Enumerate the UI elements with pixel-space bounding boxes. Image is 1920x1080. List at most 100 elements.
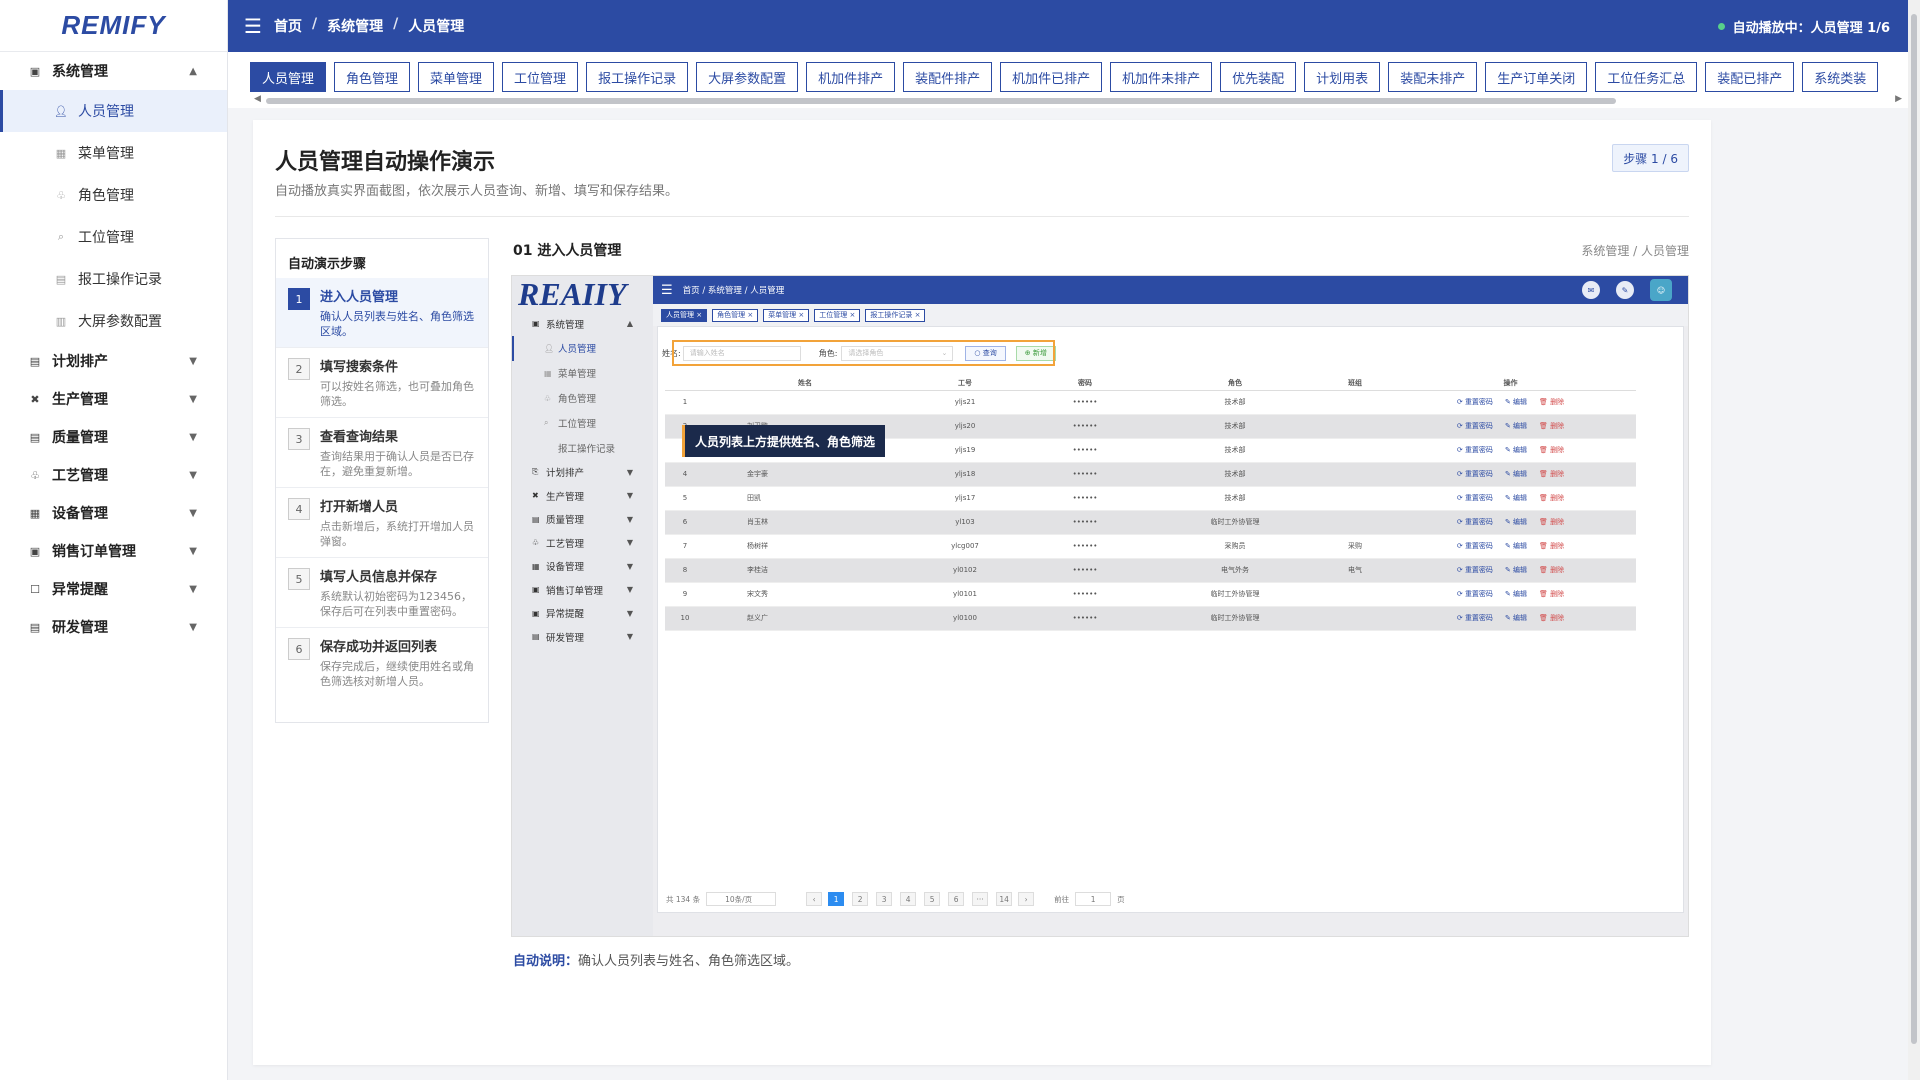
mini-ops: ⟳ 重置密码 ✎ 编辑 🗑︎ 删除: [1385, 421, 1636, 431]
scroll-left-icon[interactable]: ◀: [254, 94, 261, 104]
mini-cell-ops: ⟳ 重置密码 ✎ 编辑 🗑︎ 删除: [1385, 486, 1636, 511]
tab-item[interactable]: 人员管理: [250, 62, 327, 92]
sidebar-group-alert[interactable]: ☐ 异常提醒 ▼: [0, 570, 227, 608]
tab-item[interactable]: 装配件排产: [903, 62, 993, 92]
mini-reset-label: 重置密码: [1464, 614, 1493, 622]
step-item[interactable]: 3 查看查询结果 查询结果用于确认人员是否已存在，避免重复新增。: [276, 418, 488, 488]
scrollbar-thumb[interactable]: [266, 98, 1616, 104]
mini-tab: 报工操作记录 ×: [865, 308, 926, 322]
sidebar-group-rd[interactable]: ▤ 研发管理 ▼: [0, 608, 227, 646]
sidebar-group-process[interactable]: ♧ 工艺管理 ▼: [0, 456, 227, 494]
app-logo: REMIFY: [0, 0, 227, 52]
chevron-down-icon: ▼: [189, 545, 197, 557]
mini-reset-password-link: ⟳ 重置密码: [1456, 518, 1493, 526]
tab-item[interactable]: 菜单管理: [418, 62, 495, 92]
tab-item[interactable]: 装配未排产: [1388, 62, 1478, 92]
user-icon: 👤︎: [54, 104, 68, 118]
mini-sub-label: 菜单管理: [558, 369, 597, 380]
mini-table-row: 6 肖玉林 yl103 •••••• 临时工外协管理 ⟳ 重置密码 ✎ 编辑 🗑︎ 删除: [665, 510, 1636, 535]
step-item[interactable]: 1 进入人员管理 确认人员列表与姓名、角色筛选区域。: [276, 278, 488, 348]
mini-chevron-down-icon: ▼: [626, 467, 633, 477]
tab-item[interactable]: 优先装配: [1220, 62, 1297, 92]
tab-item[interactable]: 机加件排产: [806, 62, 896, 92]
divider: [275, 216, 1689, 217]
mini-table-row: 10 赵义广 yl0100 •••••• 临时工外协管理 ⟳ 重置密码 ✎ 编辑 🗑︎ 删除: [665, 606, 1636, 631]
sidebar-group-label: 异常提醒: [52, 582, 108, 598]
mini-column-header: 密码: [1025, 377, 1145, 391]
sidebar-group-device[interactable]: ▦ 设备管理 ▼: [0, 494, 227, 532]
mini-cell-team: [1325, 438, 1385, 463]
mini-cell-password: ••••••: [1025, 582, 1145, 607]
mini-cell-id: yljs18: [905, 462, 1025, 487]
sidebar-item-screen-config[interactable]: ▥ 大屏参数配置: [0, 300, 227, 342]
sidebar-group-plan[interactable]: ▤ 计划排产 ▼: [0, 342, 227, 380]
scroll-right-icon[interactable]: ▶: [1895, 94, 1902, 104]
tab-item[interactable]: 角色管理: [334, 62, 411, 92]
menu-icon: ▦: [55, 146, 67, 160]
explain-text: 确认人员列表与姓名、角色筛选区域。: [578, 954, 800, 969]
sidebar-group-label: 销售订单管理: [52, 544, 136, 560]
breadcrumb: 首页 / 系统管理 / 人员管理: [274, 16, 464, 36]
tab-item[interactable]: 大屏参数配置: [696, 62, 799, 92]
mini-reset-password-link: ⟳ 重置密码: [1456, 542, 1493, 550]
mini-mail-icon: ✉: [1582, 281, 1600, 299]
tab-item[interactable]: 机加件未排产: [1110, 62, 1213, 92]
tab-item[interactable]: 系统类装: [1802, 62, 1879, 92]
sidebar-group-production[interactable]: ✖ 生产管理 ▼: [0, 380, 227, 418]
tab-item[interactable]: 计划用表: [1304, 62, 1381, 92]
sidebar-group-label: 研发管理: [52, 620, 108, 636]
mini-cell-role: 技术部: [1145, 390, 1325, 415]
mini-cell-role: 技术部: [1145, 438, 1325, 463]
step-item[interactable]: 4 打开新增人员 点击新增后，系统打开增加人员弹窗。: [276, 488, 488, 558]
mini-delete-link: 🗑︎ 删除: [1539, 518, 1565, 526]
step-number: 6: [288, 638, 310, 660]
sidebar-group-order[interactable]: ▣ 销售订单管理 ▼: [0, 532, 227, 570]
page-scrollbar[interactable]: [1908, 0, 1920, 1080]
step-title: 保存成功并返回列表: [320, 640, 438, 655]
sidebar-group-system[interactable]: ▣ 系统管理 ▲: [0, 52, 227, 90]
breadcrumb-home[interactable]: 首页: [274, 16, 302, 36]
sidebar-item-role-management[interactable]: ♧ 角色管理: [0, 174, 227, 216]
mini-group: ⎘ 计划排产 ▼: [512, 461, 653, 485]
mini-cell-role: 技术部: [1145, 486, 1325, 511]
breadcrumb-system[interactable]: 系统管理: [327, 16, 383, 36]
tab-item[interactable]: 生产订单关闭: [1485, 62, 1588, 92]
step-title: 打开新增人员: [320, 500, 399, 515]
step-item[interactable]: 5 填写人员信息并保存 系统默认初始密码为123456，保存后可在列表中重置密码。: [276, 558, 488, 628]
process-icon: ♧: [30, 468, 40, 482]
tab-item[interactable]: 工位任务汇总: [1595, 62, 1698, 92]
mini-page-unit: 页: [1117, 894, 1125, 904]
scrollbar-thumb[interactable]: [1911, 14, 1917, 1044]
sidebar-item-station-management[interactable]: ⌕ 工位管理: [0, 216, 227, 258]
step-description: 可以按姓名筛选，也可叠加角色筛选。: [320, 380, 474, 408]
mini-ops: ⟳ 重置密码 ✎ 编辑 🗑︎ 删除: [1385, 613, 1636, 623]
step-text: 打开新增人员 点击新增后，系统打开增加人员弹窗。: [320, 496, 476, 549]
step-item[interactable]: 6 保存成功并返回列表 保存完成后，继续使用姓名或角色筛选核对新增人员。: [276, 628, 488, 698]
mini-group-label: 质量管理: [546, 515, 585, 527]
step-item[interactable]: 2 填写搜索条件 可以按姓名筛选，也可叠加角色筛选。: [276, 348, 488, 418]
mini-column-header: [665, 377, 705, 391]
tab-item[interactable]: 装配已排产: [1705, 62, 1795, 92]
mini-group: ▣ 异常提醒 ▼: [512, 602, 653, 626]
tab-item[interactable]: 机加件已排产: [1000, 62, 1103, 92]
sidebar-item-menu-management[interactable]: ▦ 菜单管理: [0, 132, 227, 174]
mini-sub-item: 报工操作记录: [512, 436, 653, 461]
step-title: 进入人员管理: [320, 290, 399, 305]
mini-reset-password-link: ⟳ 重置密码: [1456, 614, 1493, 622]
sidebar-item-report-record[interactable]: ▤ 报工操作记录: [0, 258, 227, 300]
mini-cell-team: [1325, 606, 1385, 631]
mini-group: ▤ 研发管理 ▼: [512, 625, 653, 649]
mini-sub-icon: 👤︎: [544, 343, 555, 353]
tabs-scrollbar[interactable]: ◀ ▶: [254, 94, 1902, 106]
steps-panel: 自动演示步骤 1 进入人员管理 确认人员列表与姓名、角色筛选区域。 2 填写搜索条件 可以…: [275, 238, 489, 723]
mini-total: 共 134 条: [666, 894, 701, 904]
tab-item[interactable]: 报工操作记录: [586, 62, 689, 92]
sidebar-group-quality[interactable]: ▤ 质量管理 ▼: [0, 418, 227, 456]
step-text: 查看查询结果 查询结果用于确认人员是否已存在，避免重复新增。: [320, 426, 476, 479]
sidebar-item-user-management[interactable]: 👤︎ 人员管理: [0, 90, 227, 132]
mini-goto-label: 前往: [1054, 894, 1070, 904]
hamburger-menu-icon[interactable]: ☰: [244, 14, 262, 38]
mini-edit-link: ✎ 编辑: [1504, 398, 1528, 406]
mini-cell-no: 10: [665, 606, 705, 631]
tab-item[interactable]: 工位管理: [502, 62, 579, 92]
